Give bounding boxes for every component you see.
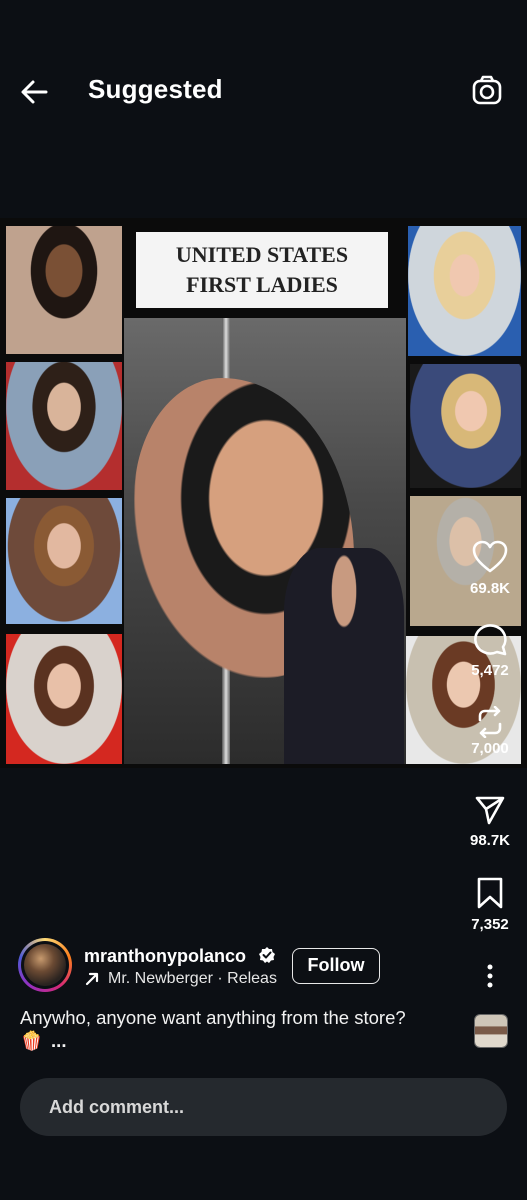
share-action[interactable]: 98.7K: [466, 794, 514, 849]
save-action[interactable]: 7,352: [466, 876, 514, 933]
comment-action[interactable]: 5,472: [466, 622, 514, 679]
audio-thumbnail[interactable]: [474, 1014, 508, 1048]
comment-count: 5,472: [471, 662, 509, 679]
like-count: 69.8K: [469, 580, 511, 597]
comment-input[interactable]: Add comment...: [20, 1078, 507, 1136]
comment-icon: [474, 624, 507, 656]
like-action[interactable]: 69.8K: [466, 540, 514, 597]
center-photo: [124, 318, 406, 764]
username[interactable]: mranthonypolanco: [84, 946, 246, 967]
audio-text: Mr. Newberger · Releas: [108, 970, 277, 987]
camera-icon: [472, 75, 502, 105]
back-button[interactable]: [16, 74, 52, 110]
banner-line2: FIRST LADIES: [186, 272, 338, 297]
seated-figure: [284, 548, 404, 764]
portrait-tile: [6, 362, 122, 490]
caption-more[interactable]: ...: [51, 1030, 66, 1051]
post-media[interactable]: UNITED STATES FIRST LADIES: [0, 218, 527, 768]
bookmark-icon: [477, 877, 503, 909]
portrait-tile: [410, 364, 521, 488]
caption[interactable]: Anywho, anyone want anything from the st…: [20, 1006, 450, 1052]
portrait-tile: [6, 498, 122, 624]
portrait-tile: [6, 226, 122, 354]
banner: UNITED STATES FIRST LADIES: [136, 232, 388, 308]
more-options-button[interactable]: [480, 962, 500, 990]
portrait-tile: [6, 634, 122, 764]
avatar[interactable]: [18, 938, 72, 992]
share-count: 98.7K: [469, 832, 511, 849]
caption-emoji: 🍿: [20, 1030, 44, 1051]
heart-icon: [472, 540, 508, 573]
trending-arrow-icon: [85, 972, 99, 986]
save-count: 7,352: [471, 916, 509, 933]
more-vertical-icon: [487, 964, 493, 988]
audio-link[interactable]: Mr. Newberger · Releas: [84, 970, 277, 988]
follow-button[interactable]: Follow: [292, 948, 380, 984]
verified-badge-icon: [258, 946, 276, 964]
caption-text: Anywho, anyone want anything from the st…: [20, 1007, 406, 1028]
camera-button[interactable]: [470, 74, 504, 108]
avatar-image: [24, 944, 66, 986]
send-icon: [475, 796, 505, 825]
repost-count: 7,000: [471, 740, 509, 757]
arrow-left-icon: [21, 80, 48, 104]
banner-line1: UNITED STATES: [175, 242, 349, 267]
repost-action[interactable]: 7,000: [466, 706, 514, 757]
portrait-tile: [408, 226, 521, 356]
repost-icon: [478, 706, 502, 738]
page-title: Suggested: [88, 74, 223, 104]
